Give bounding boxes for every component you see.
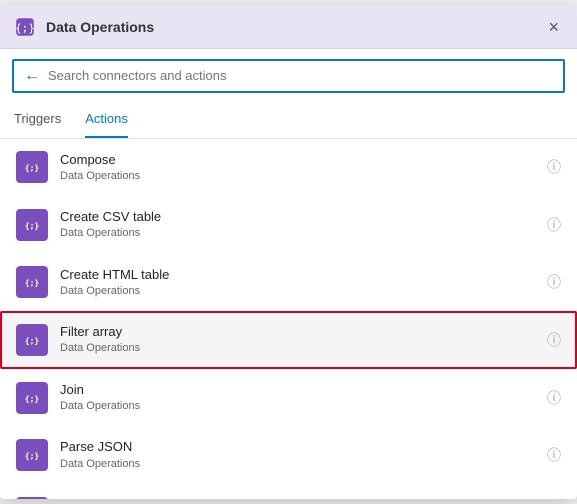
item-icon: {;}	[16, 382, 48, 414]
data-ops-icon: {;}	[23, 331, 41, 349]
item-sub: Data Operations	[60, 399, 535, 414]
item-sub: Data Operations	[60, 284, 535, 299]
item-icon: {;}	[16, 209, 48, 241]
item-icon: {;}	[16, 266, 48, 298]
item-sub: Data Operations	[60, 457, 535, 472]
item-sub: Data Operations	[60, 169, 535, 184]
list-item[interactable]: {;} Join Data Operations ⓘ	[0, 369, 577, 427]
dialog: {;} Data Operations × ← Triggers Actions…	[0, 6, 577, 499]
header-icon: {;}	[14, 16, 36, 38]
dialog-title: Data Operations	[46, 19, 534, 35]
back-button[interactable]: ←	[24, 67, 40, 85]
list-item[interactable]: {;} Compose Data Operations ⓘ	[0, 139, 577, 197]
svg-text:{;}: {;}	[25, 393, 40, 403]
info-icon[interactable]: ⓘ	[547, 445, 561, 465]
item-text: Compose Data Operations	[60, 151, 535, 185]
back-arrow-icon: ←	[24, 67, 40, 85]
data-ops-icon: {;}	[23, 273, 41, 291]
svg-text:{;}: {;}	[15, 21, 35, 34]
item-name: Join	[60, 381, 535, 399]
info-icon[interactable]: ⓘ	[547, 157, 561, 177]
item-icon: {;}	[16, 439, 48, 471]
item-name: Parse JSON	[60, 438, 535, 456]
svg-text:{;}: {;}	[25, 163, 40, 173]
item-sub: Data Operations	[60, 226, 535, 241]
item-icon: {;}	[16, 497, 48, 499]
item-name: Create CSV table	[60, 208, 535, 226]
item-name: Filter array	[60, 323, 535, 341]
list-item[interactable]: {;} Select Data Operations ⓘ	[0, 484, 577, 499]
item-name: Compose	[60, 151, 535, 169]
info-icon[interactable]: ⓘ	[547, 388, 561, 408]
search-bar: ←	[12, 59, 565, 93]
data-ops-icon: {;}	[23, 216, 41, 234]
info-icon[interactable]: ⓘ	[547, 330, 561, 350]
item-name: Select	[60, 496, 535, 499]
item-text: Create CSV table Data Operations	[60, 208, 535, 242]
list-item[interactable]: {;} Create CSV table Data Operations ⓘ	[0, 196, 577, 254]
svg-text:{;}: {;}	[25, 336, 40, 346]
info-icon[interactable]: ⓘ	[547, 272, 561, 292]
close-button[interactable]: ×	[544, 16, 563, 38]
item-text: Select Data Operations	[60, 496, 535, 499]
tab-triggers[interactable]: Triggers	[14, 103, 61, 138]
item-sub: Data Operations	[60, 341, 535, 356]
data-ops-icon: {;}	[23, 158, 41, 176]
data-ops-icon: {;}	[23, 389, 41, 407]
svg-text:{;}: {;}	[25, 451, 40, 461]
item-text: Join Data Operations	[60, 381, 535, 415]
item-icon: {;}	[16, 151, 48, 183]
svg-text:{;}: {;}	[25, 220, 40, 230]
item-name: Create HTML table	[60, 266, 535, 284]
tab-actions[interactable]: Actions	[85, 103, 128, 138]
items-list: {;} Compose Data Operations ⓘ {;} Create…	[0, 139, 577, 499]
item-text: Create HTML table Data Operations	[60, 266, 535, 300]
list-item[interactable]: {;} Parse JSON Data Operations ⓘ	[0, 426, 577, 484]
list-item[interactable]: {;} Filter array Data Operations ⓘ	[0, 311, 577, 369]
info-icon[interactable]: ⓘ	[547, 215, 561, 235]
data-ops-icon: {;}	[23, 446, 41, 464]
item-text: Parse JSON Data Operations	[60, 438, 535, 472]
dialog-header: {;} Data Operations ×	[0, 6, 577, 49]
item-text: Filter array Data Operations	[60, 323, 535, 357]
tab-bar: Triggers Actions	[0, 103, 577, 139]
item-icon: {;}	[16, 324, 48, 356]
search-input[interactable]	[48, 68, 553, 83]
svg-text:{;}: {;}	[25, 278, 40, 288]
list-item[interactable]: {;} Create HTML table Data Operations ⓘ	[0, 254, 577, 312]
